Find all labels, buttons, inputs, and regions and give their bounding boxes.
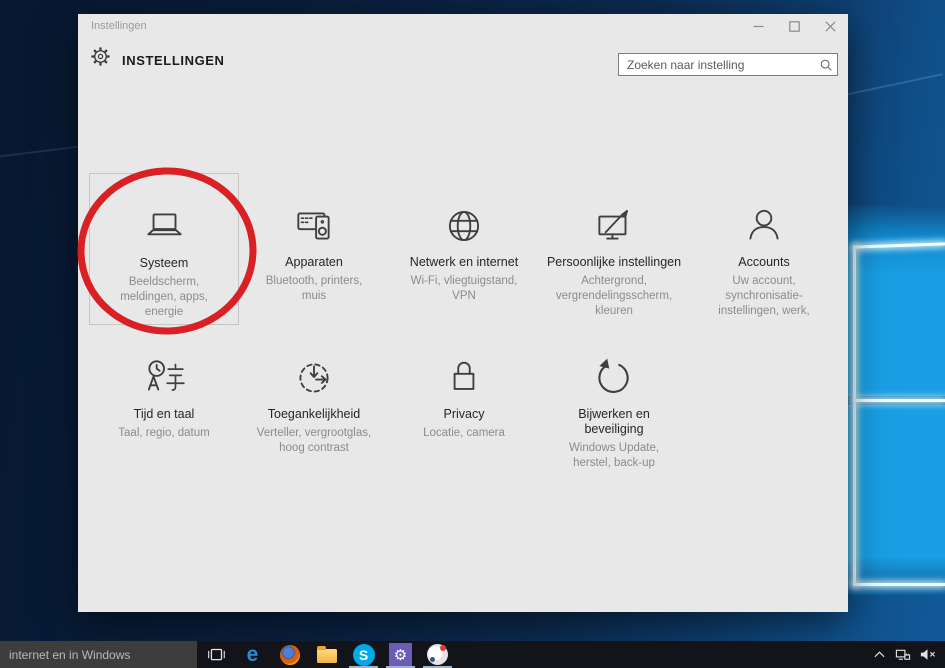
network-tray-button[interactable] <box>891 641 915 668</box>
tile-subtitle: Taal, regio, datum <box>118 427 210 439</box>
settings-search[interactable] <box>618 53 838 76</box>
paint-icon <box>427 644 448 665</box>
task-view-icon <box>207 648 225 660</box>
edge-icon: e <box>246 643 259 666</box>
window-title: Instellingen <box>91 20 147 32</box>
paint-button[interactable] <box>419 641 456 668</box>
tile-title: Netwerk en internet <box>409 255 519 269</box>
settings-taskbar-button[interactable]: ⚙ <box>382 641 419 668</box>
laptop-icon <box>141 204 187 250</box>
tile-subtitle: Windows Update, herstel, back-up <box>568 442 660 469</box>
volume-muted-icon <box>920 649 935 660</box>
settings-window: Instellingen INSTELLINGEN Zoeken naar in… <box>78 14 848 612</box>
close-icon <box>824 20 836 32</box>
minimize-icon <box>753 25 763 27</box>
task-view-button[interactable] <box>197 641 234 668</box>
firefox-icon <box>279 644 300 665</box>
tile-subtitle: Locatie, camera <box>423 427 505 439</box>
tile-title: Bijwerken en beveiliging <box>578 407 650 436</box>
tile-title: Persoonlijke instellingen <box>546 255 682 269</box>
tile-accounts[interactable]: Accounts Uw account, synchronisatie- ins… <box>689 173 839 325</box>
tile-title: Tijd en taal <box>133 407 195 421</box>
file-explorer-icon <box>316 645 337 663</box>
wallpaper-glow-edge <box>853 583 945 586</box>
maximize-icon <box>788 20 800 32</box>
tile-bijwerken-en-beveiliging[interactable]: Bijwerken en beveiliging Windows Update,… <box>539 355 689 471</box>
search-icon[interactable] <box>815 58 837 72</box>
skype-icon: S <box>352 643 375 666</box>
tile-tijd-en-taal[interactable]: Tijd en taal Taal, regio, datum <box>89 355 239 471</box>
update-refresh-icon <box>591 355 637 401</box>
tile-privacy[interactable]: Privacy Locatie, camera <box>389 355 539 471</box>
chevron-up-icon <box>873 651 885 658</box>
volume-tray-button[interactable] <box>915 641 939 668</box>
wallpaper-glow-edge <box>853 246 856 586</box>
personalization-icon <box>591 203 637 249</box>
tile-title: Accounts <box>738 255 790 269</box>
tile-subtitle: Beeldscherm, meldingen, apps, energie <box>120 276 208 318</box>
maximize-button[interactable] <box>776 14 812 38</box>
devices-icon <box>291 203 337 249</box>
tile-subtitle: Uw account, synchronisatie- instellingen… <box>718 275 810 317</box>
tile-subtitle: Bluetooth, printers, muis <box>265 275 363 302</box>
tile-title: Privacy <box>443 407 485 421</box>
tile-netwerk[interactable]: Netwerk en internet Wi-Fi, vliegtuigstan… <box>389 173 539 325</box>
close-button[interactable] <box>812 14 848 38</box>
person-icon <box>741 203 787 249</box>
wallpaper-glow-edge <box>853 399 945 402</box>
tile-toegankelijkheid[interactable]: Toegankelijkheid Verteller, vergrootglas… <box>239 355 389 471</box>
tile-title: Systeem <box>139 256 189 270</box>
settings-gear-icon <box>90 46 111 72</box>
desktop: Instellingen INSTELLINGEN Zoeken naar in… <box>0 0 945 668</box>
firefox-button[interactable] <box>271 641 308 668</box>
search-input[interactable] <box>619 57 815 72</box>
taskbar-search[interactable]: internet en in Windows <box>0 641 197 668</box>
tile-title: Apparaten <box>285 255 343 269</box>
tile-subtitle: Achtergrond, vergrendelingsscherm, kleur… <box>555 275 673 317</box>
network-icon <box>895 649 911 660</box>
tile-title: Toegankelijkheid <box>267 407 361 421</box>
lock-icon <box>441 355 487 401</box>
minimize-button[interactable] <box>740 14 776 38</box>
show-hidden-icons-button[interactable] <box>867 641 891 668</box>
ease-of-access-icon <box>291 355 337 401</box>
settings-icon: ⚙ <box>389 643 412 666</box>
tile-apparaten[interactable]: Apparaten Bluetooth, printers, muis <box>239 173 389 325</box>
file-explorer-button[interactable] <box>308 641 345 668</box>
skype-button[interactable]: S <box>345 641 382 668</box>
tile-systeem[interactable]: Systeem Beeldscherm, meldingen, apps, en… <box>89 173 239 325</box>
titlebar[interactable]: Instellingen <box>78 14 848 38</box>
edge-button[interactable]: e <box>234 641 271 668</box>
tile-subtitle: Verteller, vergrootglas, hoog contrast <box>256 427 372 454</box>
taskbar-search-text: internet en in Windows <box>9 647 131 662</box>
taskbar: internet en in Windows e S ⚙ <box>0 641 945 668</box>
tile-subtitle: Wi-Fi, vliegtuigstand, VPN <box>410 275 518 302</box>
globe-icon <box>441 203 487 249</box>
tile-persoonlijke-instellingen[interactable]: Persoonlijke instellingen Achtergrond, v… <box>539 173 689 325</box>
page-title: INSTELLINGEN <box>122 53 225 68</box>
time-language-icon <box>141 355 187 401</box>
